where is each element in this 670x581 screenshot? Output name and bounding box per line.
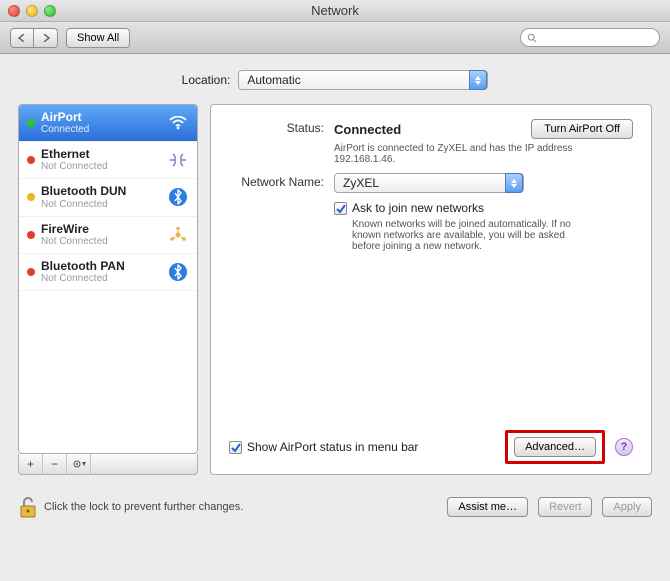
service-status: Connected <box>41 124 161 135</box>
ask-join-subtext: Known networks will be joined automatica… <box>352 219 592 252</box>
service-item-firewire[interactable]: FireWireNot Connected <box>19 217 197 254</box>
service-actions-button[interactable] <box>67 454 91 474</box>
status-dot-icon <box>27 268 35 276</box>
apply-button[interactable]: Apply <box>602 497 652 517</box>
ethernet-icon <box>167 149 189 171</box>
status-label: Status: <box>229 119 334 135</box>
minimize-window-button[interactable] <box>26 5 38 17</box>
status-value-cell: Connected Turn AirPort Off AirPort is co… <box>334 119 633 165</box>
status-dot-icon <box>27 156 35 164</box>
location-select[interactable]: Automatic <box>238 70 488 90</box>
footer: Click the lock to prevent further change… <box>0 487 670 531</box>
zoom-window-button[interactable] <box>44 5 56 17</box>
service-name: AirPort <box>41 111 161 124</box>
status-subtext: AirPort is connected to ZyXEL and has th… <box>334 143 574 165</box>
window-title: Network <box>0 3 670 18</box>
service-list-buttons: + − <box>18 454 198 475</box>
network-name-label: Network Name: <box>229 173 334 189</box>
forward-button[interactable] <box>34 28 58 48</box>
checkbox-checked-icon <box>334 202 347 215</box>
main-panels: AirPortConnectedEthernetNot ConnectedBlu… <box>18 104 652 475</box>
service-status: Not Connected <box>41 236 161 247</box>
window-traffic-lights <box>8 5 56 17</box>
service-text: AirPortConnected <box>41 111 161 135</box>
chevron-right-icon <box>42 34 50 42</box>
show-menu-checkbox[interactable]: Show AirPort status in menu bar <box>229 440 418 454</box>
content-area: Location: Automatic AirPortConnectedEthe… <box>0 54 670 487</box>
toolbar: Show All <box>0 22 670 54</box>
network-name-select[interactable]: ZyXEL <box>334 173 524 193</box>
detail-bottom-row: Show AirPort status in menu bar Advanced… <box>229 430 633 464</box>
location-label: Location: <box>182 73 231 87</box>
revert-button[interactable]: Revert <box>538 497 592 517</box>
network-name-row: Network Name: ZyXEL <box>229 173 633 193</box>
service-item-ethernet[interactable]: EthernetNot Connected <box>19 142 197 179</box>
location-value: Automatic <box>247 73 300 87</box>
nav-buttons <box>10 28 58 48</box>
show-all-button[interactable]: Show All <box>66 28 130 48</box>
service-item-bluetooth-pan[interactable]: Bluetooth PANNot Connected <box>19 254 197 291</box>
lock-text: Click the lock to prevent further change… <box>44 501 243 513</box>
location-row: Location: Automatic <box>18 70 652 90</box>
detail-panel: Status: Connected Turn AirPort Off AirPo… <box>210 104 652 475</box>
service-item-bluetooth-dun[interactable]: Bluetooth DUNNot Connected <box>19 179 197 216</box>
checkbox-checked-icon <box>229 441 242 454</box>
status-dot-icon <box>27 231 35 239</box>
sidebar: AirPortConnectedEthernetNot ConnectedBlu… <box>18 104 198 475</box>
assist-me-button[interactable]: Assist me… <box>447 497 528 517</box>
add-service-button[interactable]: + <box>19 454 43 474</box>
service-status: Not Connected <box>41 161 161 172</box>
advanced-button[interactable]: Advanced… <box>514 437 596 457</box>
status-value: Connected <box>334 122 401 137</box>
status-dot-icon <box>27 193 35 201</box>
service-name: Ethernet <box>41 148 161 161</box>
wifi-icon <box>167 112 189 134</box>
service-status: Not Connected <box>41 273 161 284</box>
gear-icon <box>72 459 86 469</box>
lock-area[interactable]: Click the lock to prevent further change… <box>18 495 243 519</box>
show-menu-label: Show AirPort status in menu bar <box>247 440 418 454</box>
firewire-icon <box>167 224 189 246</box>
service-name: Bluetooth DUN <box>41 185 161 198</box>
status-dot-icon <box>27 119 35 127</box>
ask-join-row: Ask to join new networks Known networks … <box>229 201 633 252</box>
bluetooth-icon <box>167 261 189 283</box>
back-button[interactable] <box>10 28 34 48</box>
help-button[interactable]: ? <box>615 438 633 456</box>
select-stepper-icon <box>505 173 523 193</box>
service-text: FireWireNot Connected <box>41 223 161 247</box>
service-list[interactable]: AirPortConnectedEthernetNot ConnectedBlu… <box>18 104 198 454</box>
service-text: EthernetNot Connected <box>41 148 161 172</box>
service-text: Bluetooth DUNNot Connected <box>41 185 161 209</box>
highlight-box: Advanced… <box>505 430 605 464</box>
select-stepper-icon <box>469 70 487 90</box>
chevron-left-icon <box>18 34 26 42</box>
service-item-airport[interactable]: AirPortConnected <box>19 105 197 142</box>
footer-buttons: Assist me… Revert Apply <box>447 497 652 517</box>
close-window-button[interactable] <box>8 5 20 17</box>
service-status: Not Connected <box>41 199 161 210</box>
service-name: FireWire <box>41 223 161 236</box>
remove-service-button[interactable]: − <box>43 454 67 474</box>
search-input[interactable] <box>520 28 660 47</box>
titlebar: Network <box>0 0 670 22</box>
ask-join-checkbox[interactable]: Ask to join new networks <box>334 201 633 215</box>
bluetooth-icon <box>167 186 189 208</box>
network-name-value: ZyXEL <box>343 176 379 190</box>
unlocked-icon <box>18 495 38 519</box>
ask-join-label: Ask to join new networks <box>352 201 484 215</box>
search-icon <box>527 33 537 43</box>
service-text: Bluetooth PANNot Connected <box>41 260 161 284</box>
service-name: Bluetooth PAN <box>41 260 161 273</box>
turn-airport-off-button[interactable]: Turn AirPort Off <box>531 119 633 139</box>
status-row: Status: Connected Turn AirPort Off AirPo… <box>229 119 633 165</box>
